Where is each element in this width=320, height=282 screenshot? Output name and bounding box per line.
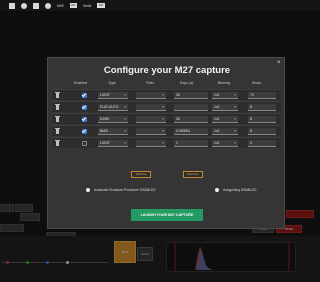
shots-input[interactable]: 8 [248,127,276,135]
binning-select[interactable]: 1x1 ▾ [212,103,238,111]
type-select[interactable]: LIGHT ▾ [98,139,128,147]
column-header: Expo (s) [180,81,194,85]
filter-select[interactable]: ▾ [136,91,166,99]
chevron-down-icon: ▾ [162,128,164,133]
table-row: DARK ▾ ▾ 30 1x1 ▾ 8 [52,113,281,124]
chevron-down-icon: ▾ [234,116,236,121]
exposure-input[interactable]: 30 [174,91,208,99]
shots-input[interactable]: 70 [248,91,276,99]
add-line-button[interactable]: Add line [131,171,151,178]
chevron-down-icon: ▾ [162,104,164,109]
column-header: Type [108,81,116,85]
trash-icon[interactable] [55,92,60,98]
exposure-input[interactable]: 1 [174,139,208,147]
mode-chip[interactable]: HD [97,3,105,8]
table-row: FLAT-AUTO ▾ ▾ 1x1 ▾ 8 [52,101,281,112]
table-row: LIGHT ▾ ▾ 1 1x1 ▾ 0 [52,137,281,148]
grid-icon[interactable] [33,2,39,9]
enabled-checkbox[interactable] [82,104,87,110]
chevron-down-icon: ▾ [234,128,236,133]
enabled-checkbox[interactable] [82,140,87,146]
exposure-input[interactable] [174,103,208,111]
binning-select[interactable]: 1x1 ▾ [212,91,238,99]
enabled-checkbox[interactable] [82,128,87,134]
column-header: Filter [146,81,154,85]
filter-select[interactable]: ▾ [136,103,166,111]
chevron-down-icon: ▾ [124,92,126,97]
exposure-input[interactable]: 0.000001 [174,127,208,135]
binning-select[interactable]: 1x1 ▾ [212,139,238,147]
filter-select[interactable]: ▾ [136,127,166,135]
binning-select[interactable]: 1x1 ▾ [212,115,238,123]
camera-icon[interactable] [21,2,27,9]
target-icon[interactable] [45,2,51,9]
chevron-down-icon: ▾ [162,92,164,97]
type-select[interactable]: DARK ▾ [98,115,128,123]
trash-icon[interactable] [55,104,60,110]
shutdown-radio[interactable] [86,188,90,192]
shutdown-label: Automatic Shutdown Procedure DISABLED [94,188,156,193]
table-header: Enabled Type Filter Expo (s) Binning Sho… [52,81,281,87]
autoguiding-radio[interactable] [215,188,219,192]
target-label: M89 [57,3,64,8]
launch-capture-button[interactable]: LAUNCH YOUR M27 CAPTURE [131,209,203,221]
filter-select[interactable]: ▾ [136,139,166,147]
enabled-checkbox[interactable] [82,92,87,98]
chevron-down-icon: ▾ [162,140,164,145]
target-chip[interactable]: HD [69,3,77,8]
chevron-down-icon: ▾ [124,140,126,145]
type-select[interactable]: LIGHT ▾ [98,91,128,99]
type-select[interactable]: FLAT-AUTO ▾ [98,103,128,111]
shots-input[interactable]: 8 [248,103,276,111]
chevron-down-icon: ▾ [234,140,236,145]
column-header: Shots [252,81,262,85]
remove-line-button[interactable]: Remove [183,171,203,178]
trash-icon[interactable] [55,128,60,134]
chevron-down-icon: ▾ [234,104,236,109]
binning-select[interactable]: 1x1 ▾ [212,127,238,135]
mode-label: Stella [82,3,92,8]
chevron-down-icon: ▾ [124,116,126,121]
chevron-down-icon: ▾ [124,128,126,133]
table-row: LIGHT ▾ ▾ 30 1x1 ▾ 70 [52,89,281,100]
shots-input[interactable]: 8 [248,115,276,123]
column-header: Enabled [74,81,88,85]
trash-icon[interactable] [55,140,60,146]
exposure-input[interactable]: 30 [174,115,208,123]
filter-select[interactable]: ▾ [136,115,166,123]
capture-config-dialog: × Configure your M27 capture Enabled Typ… [47,57,285,229]
menu-icon[interactable] [9,2,15,9]
autoguiding-label: Autoguiding DISABLED [223,188,257,193]
table-row: BIAS ▾ ▾ 0.000001 1x1 ▾ 8 [52,125,281,136]
shots-input[interactable]: 0 [248,139,276,147]
type-select[interactable]: BIAS ▾ [98,127,128,135]
chevron-down-icon: ▾ [162,116,164,121]
chevron-down-icon: ▾ [234,92,236,97]
chevron-down-icon: ▾ [124,104,126,109]
column-header: Binning [218,81,230,85]
trash-icon[interactable] [55,116,60,122]
enabled-checkbox[interactable] [82,116,87,122]
top-toolbar: M89 HD Stella HD [0,0,320,11]
dialog-title: Configure your M27 capture [103,65,231,76]
